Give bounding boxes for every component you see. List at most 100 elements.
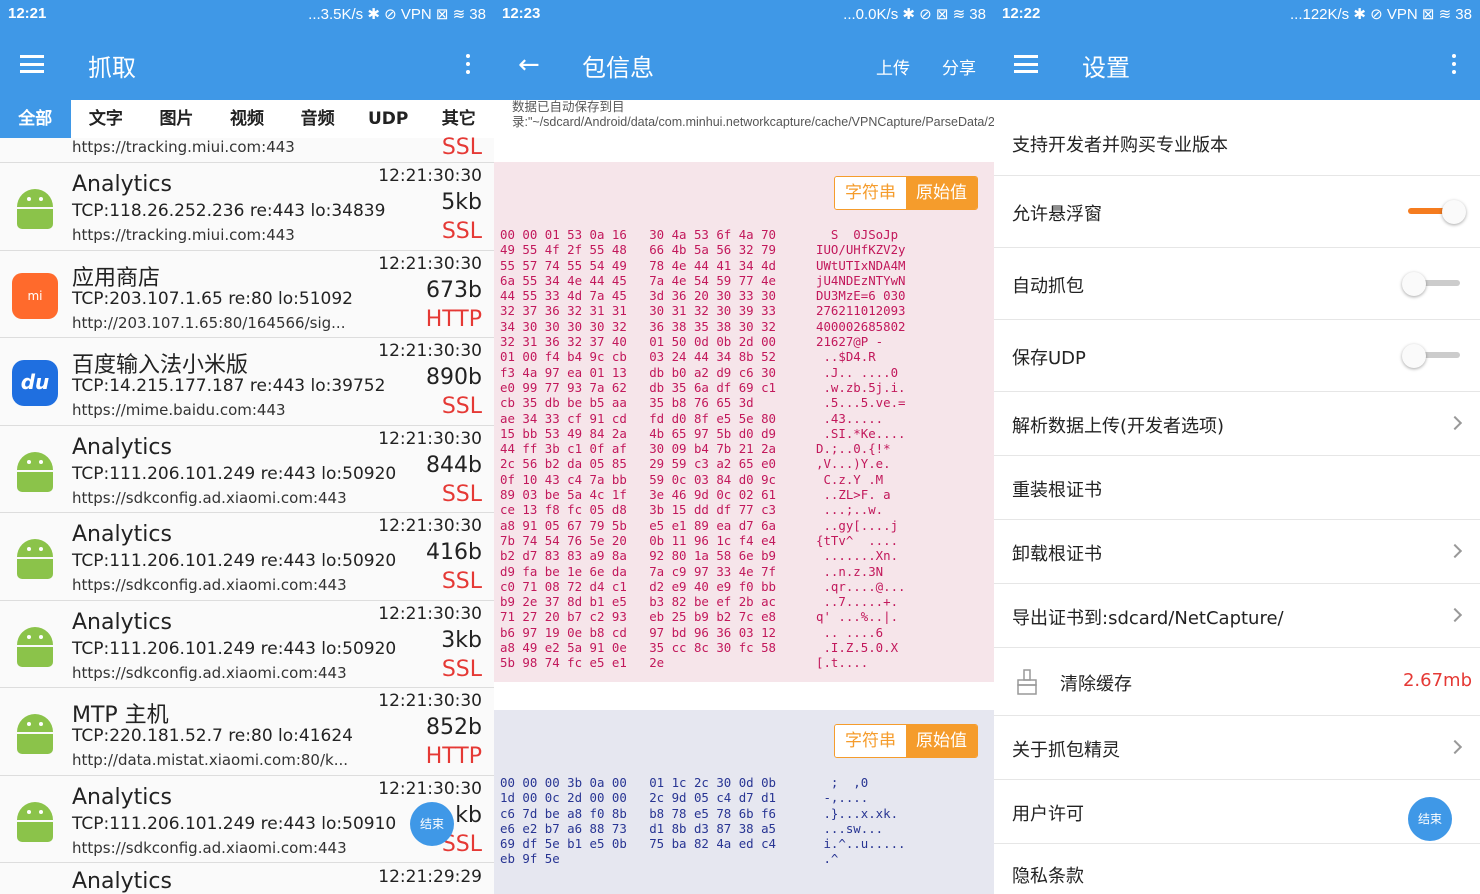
settings-item-label: 用户许可	[1012, 804, 1084, 825]
cache-size-value: 2.67mb	[1402, 670, 1472, 691]
protocol-label: SSL	[441, 135, 482, 160]
string-view-button[interactable]: 字符串	[835, 725, 906, 757]
app-name: Analytics	[72, 609, 172, 635]
ascii-line: .w.zb.5j.i.	[816, 379, 906, 395]
tab-0[interactable]: 全部	[0, 100, 71, 138]
upload-button[interactable]: 上传	[876, 54, 910, 79]
app-bar: 设置	[994, 28, 1480, 100]
hex-line: ae 34 33 cf 91 cd fd d0 8f e5 5e 80	[500, 410, 777, 426]
settings-item[interactable]: 2.67mb 清除缓存	[994, 648, 1480, 716]
more-options-icon[interactable]	[466, 54, 470, 78]
packet-size: 5kb	[441, 190, 482, 215]
request-url: http://203.107.1.65:80/164566/sig...	[72, 313, 346, 332]
capture-time: 12:21:30:30	[378, 341, 482, 361]
page-title: 抓取	[88, 54, 136, 82]
chevron-right-icon	[1447, 543, 1463, 559]
string-view-button[interactable]: 字符串	[835, 177, 906, 209]
settings-item[interactable]: 解析数据上传(开发者选项)	[994, 392, 1480, 456]
ascii-line: jU4NDEzNTYwN	[816, 272, 906, 288]
capture-time: 12:21:30:30	[378, 778, 482, 799]
app-bar: ← 包信息 上传 分享	[494, 28, 994, 100]
app-name: MTP 主机	[72, 703, 169, 728]
status-time: 12:21	[8, 5, 47, 22]
list-item[interactable]: Analytics TCP:111.206.101.249 re:443 lo:5…	[0, 425, 494, 513]
hex-line: 55 57 74 55 54 49 78 4e 44 41 34 4d	[500, 257, 777, 273]
back-arrow-icon[interactable]: ←	[518, 50, 540, 80]
tab-4[interactable]: 音频	[282, 100, 353, 138]
hex-line: 71 27 20 b7 c2 93 eb 25 b9 b2 7c e8	[500, 609, 777, 625]
list-item[interactable]: mi 应用商店 TCP:203.107.1.65 re:80 lo:51092 htt…	[0, 250, 494, 338]
hex-line: 2c 56 b2 da 05 85 29 59 c3 a2 65 e0	[500, 456, 777, 472]
connection-info: TCP:220.181.52.7 re:80 lo:41624	[72, 726, 353, 746]
ascii-line: ..7.....+.	[816, 594, 899, 610]
ascii-line: ...sw...	[816, 820, 884, 836]
list-item[interactable]: MTP 主机 TCP:220.181.52.7 re:80 lo:41624 htt…	[0, 688, 494, 776]
end-capture-button[interactable]: 结束	[410, 802, 454, 846]
ascii-line: i.^..u.....	[816, 836, 906, 852]
menu-icon[interactable]	[1014, 55, 1038, 73]
hex-line: 44 ff 3b c1 0f af 30 09 b4 7b 21 2a	[500, 441, 777, 457]
capture-time: 12:21:29:29	[378, 867, 482, 887]
ascii-line: 21627@P -	[816, 334, 884, 350]
list-item[interactable]: Analytics TCP:111.206.101.249 re:443 lo:5…	[0, 600, 494, 688]
list-item[interactable]: Analytics 12:21:29:29	[0, 862, 494, 894]
ascii-line: [.t....	[816, 655, 869, 671]
settings-item-label: 自动抓包	[1012, 276, 1084, 297]
hex-line: f3 4a 97 ea 01 13 db b0 a2 d9 c6 30	[500, 364, 777, 380]
protocol-label: SSL	[441, 481, 482, 507]
toggle-switch[interactable]	[1402, 344, 1466, 368]
settings-item[interactable]: 用户许可	[994, 780, 1480, 844]
ascii-line: 276211012093	[816, 303, 906, 319]
settings-item[interactable]: 允许悬浮窗	[994, 176, 1480, 248]
tab-3[interactable]: 视频	[212, 100, 283, 138]
hex-dump: 00 00 01 53 0a 16 30 4a 53 6f 4a 70 49 55…	[500, 227, 776, 671]
settings-item[interactable]: 关于抓包精灵	[994, 716, 1480, 780]
hex-line: 7b 74 54 76 5e 20 0b 11 96 1c f4 e4	[500, 532, 777, 548]
raw-view-button[interactable]: 原始值	[906, 725, 977, 757]
hex-line: 00 00 01 53 0a 16 30 4a 53 6f 4a 70	[500, 227, 777, 242]
settings-item[interactable]: 导出证书到:sdcard/NetCapture/	[994, 584, 1480, 648]
tab-2[interactable]: 图片	[141, 100, 212, 138]
ascii-line: UWtUTIxNDA4M	[816, 257, 906, 273]
tab-1[interactable]: 文字	[71, 100, 142, 138]
ascii-line: DU3MzE=6 030	[816, 288, 906, 304]
list-item[interactable]: du 百度输入法小米版 TCP:14.215.177.187 re:443 lo:3…	[0, 338, 494, 426]
hex-line: 15 bb 53 49 84 2a 4b 65 97 5b d0 d9	[500, 425, 777, 441]
settings-item[interactable]: 卸载根证书	[994, 520, 1480, 584]
tab-6[interactable]: 其它	[423, 100, 494, 138]
ascii-line: -,....	[816, 790, 869, 806]
settings-item[interactable]: 支持开发者并购买专业版本	[994, 110, 1480, 176]
share-button[interactable]: 分享	[942, 54, 976, 79]
toggle-switch[interactable]	[1402, 200, 1466, 224]
raw-view-button[interactable]: 原始值	[906, 177, 977, 209]
filter-tabs: 全部 文字 图片 视频 音频 UDP 其它	[0, 100, 494, 138]
hex-line: 1d 00 0c 2d 00 00 2c 9d 05 c4 d7 d1	[500, 790, 777, 806]
settings-item[interactable]: 保存UDP	[994, 320, 1480, 392]
status-indicators: ...3.5K/s ✱ ⊘ VPN ⊠ ≋ 38	[308, 6, 486, 23]
ascii-line: 400002685802	[816, 318, 906, 334]
hex-line: 6a 55 34 4e 44 45 7a 4e 54 59 77 4e	[500, 272, 777, 288]
toggle-switch[interactable]	[1402, 272, 1466, 296]
end-capture-button[interactable]: 结束	[1408, 797, 1452, 841]
app-name: Analytics	[72, 172, 172, 197]
list-item[interactable]: Analytics TCP:118.26.252.236 re:443 lo:34…	[0, 163, 494, 251]
chevron-right-icon	[1447, 607, 1463, 623]
settings-item[interactable]: 自动抓包	[994, 248, 1480, 320]
hex-line: d9 fa be 1e 6e da 7a c9 97 33 4e 7f	[500, 563, 777, 579]
response-hex-block: 字符串 原始值 00 00 00 3b 0a 00 01 1c 2c 30 0d…	[494, 710, 994, 894]
packet-size: 416b	[426, 540, 482, 565]
more-options-icon[interactable]	[1452, 54, 1456, 78]
list-item[interactable]: https://tracking.miui.com:443 SSL	[0, 135, 494, 163]
settings-item[interactable]: 隐私条款	[994, 844, 1480, 894]
ascii-line: .. ....6	[816, 624, 884, 640]
hex-line: 01 00 f4 b4 9c cb 03 24 44 34 8b 52	[500, 349, 777, 365]
tab-5[interactable]: UDP	[353, 100, 424, 138]
hex-dump: 00 00 00 3b 0a 00 01 1c 2c 30 0d 0b 1d 00…	[500, 775, 776, 867]
ascii-line: q' ...%..|.	[816, 609, 899, 625]
request-hex-block: 字符串 原始值 00 00 01 53 0a 16 30 4a 53 6f 4a…	[494, 162, 994, 682]
menu-icon[interactable]	[20, 55, 44, 73]
list-item[interactable]: Analytics TCP:111.206.101.249 re:443 lo:5…	[0, 513, 494, 601]
settings-item[interactable]: 重装根证书	[994, 456, 1480, 520]
settings-item-label: 保存UDP	[1012, 348, 1086, 369]
chevron-right-icon	[1447, 415, 1463, 431]
